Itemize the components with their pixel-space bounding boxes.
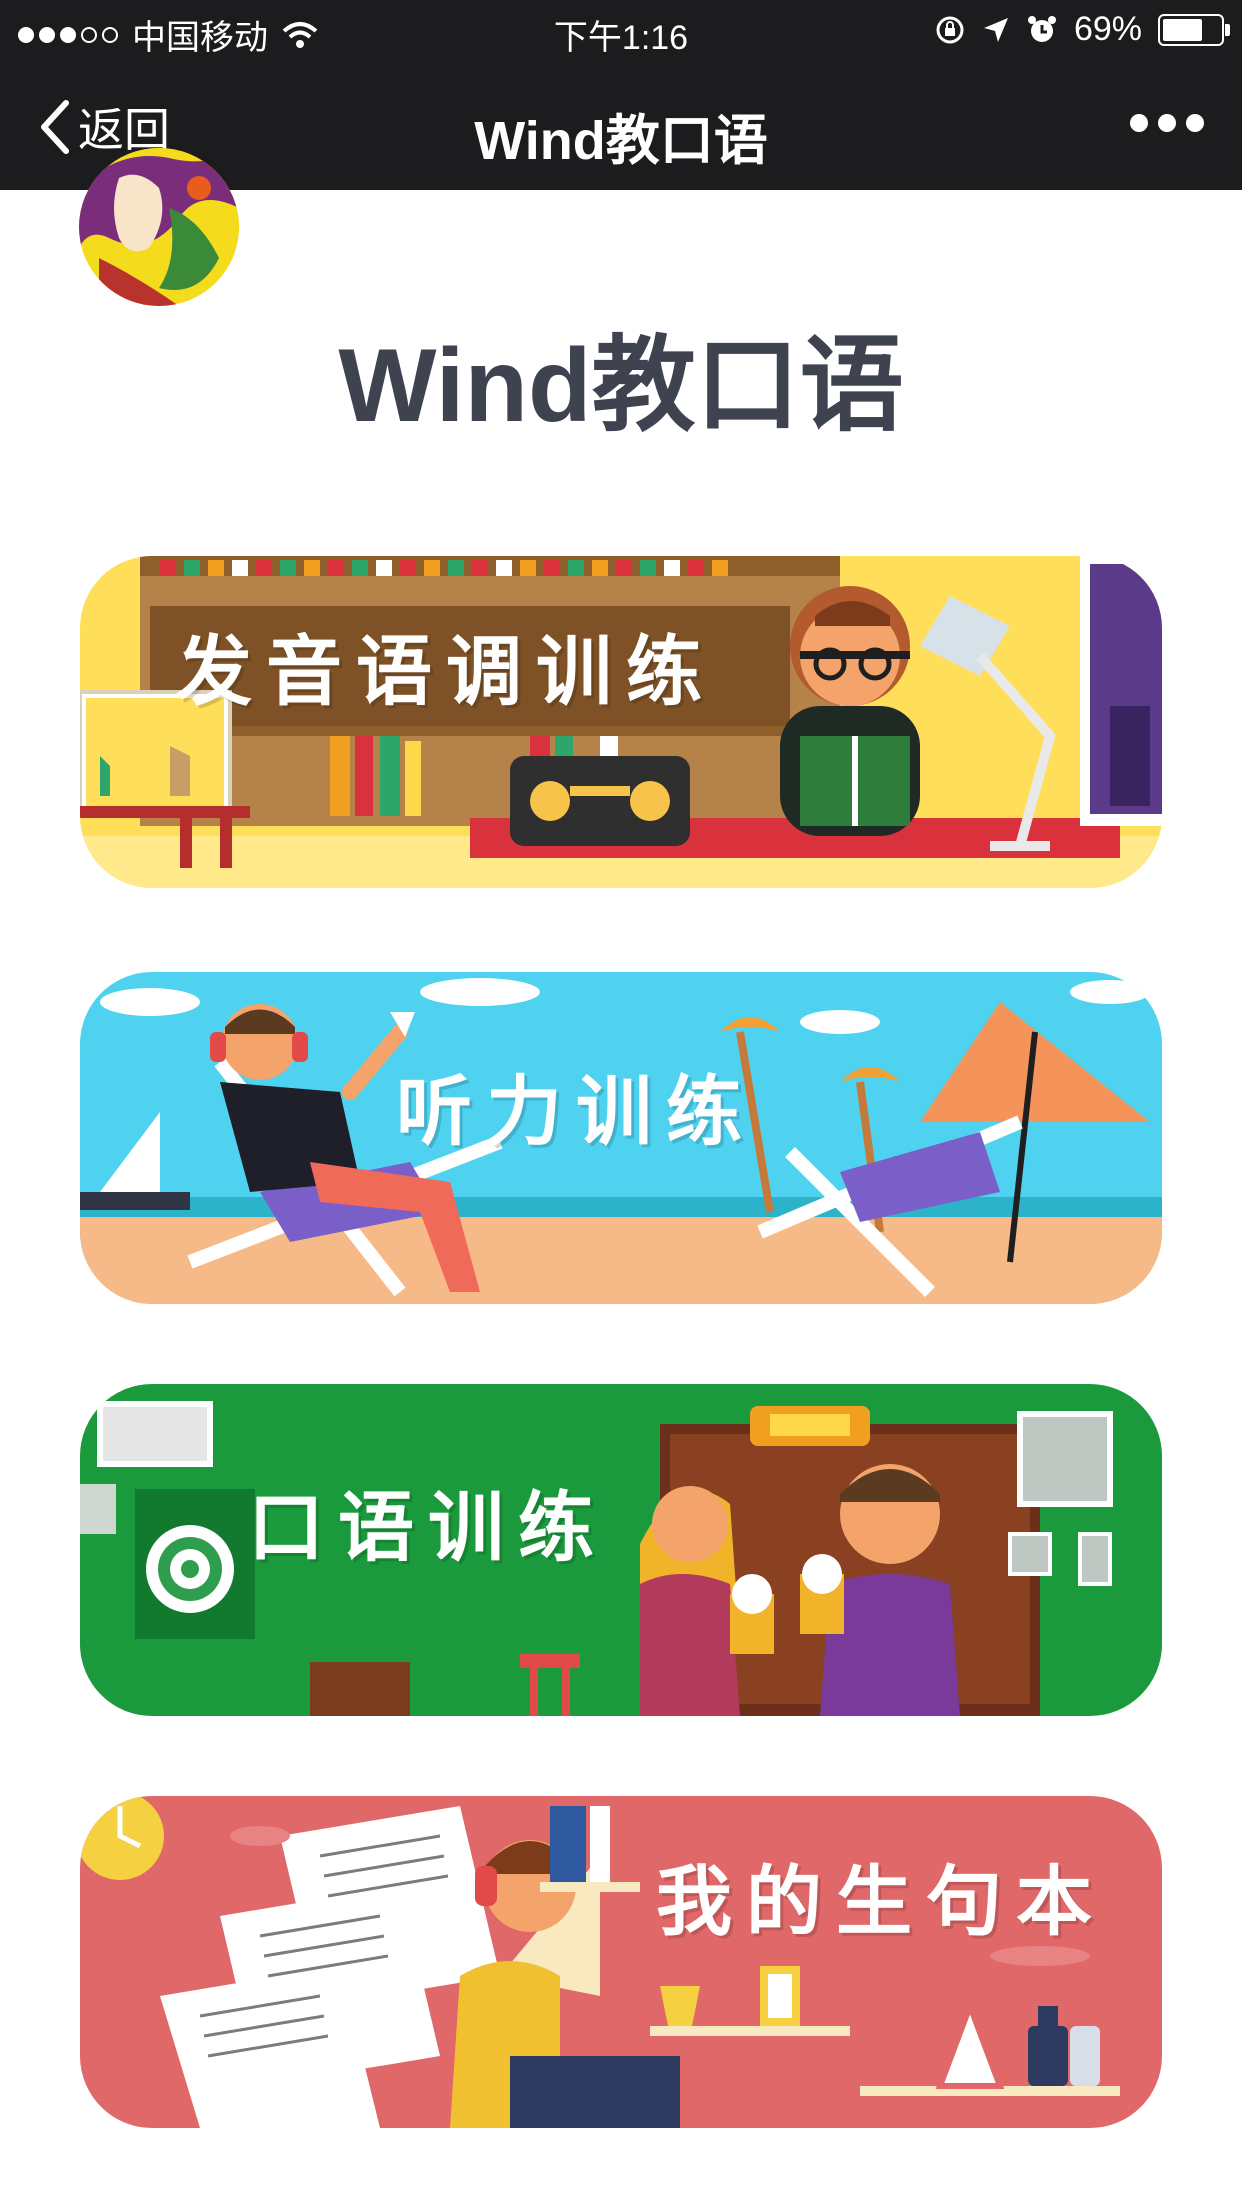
location-arrow-icon [983,17,1008,42]
banner-label: 发音语调训练 [176,627,716,716]
more-dot-icon [1186,114,1204,132]
more-dot-icon [1130,114,1148,132]
library-illustration [80,556,1162,888]
banner-label: 听力训练 [396,1067,756,1156]
rotation-lock-icon [936,16,964,43]
alarm-clock-icon [1027,15,1056,42]
status-right: 69% [934,10,1230,49]
banner-listening-training[interactable]: 听力训练 [80,972,1162,1304]
more-dot-icon [1158,114,1176,132]
battery-icon [1158,13,1230,46]
account-avatar[interactable] [79,148,239,306]
page-title: Wind教口语 [338,328,904,444]
banner-pronunciation-training[interactable]: 发音语调训练 [80,556,1162,888]
more-options-button[interactable] [1130,114,1204,132]
banner-label: 口语训练 [248,1483,608,1572]
avatar-illustration [79,148,239,306]
pub-illustration [80,1384,1162,1716]
battery-percent: 69% [1073,10,1142,48]
banner-my-sentence-book[interactable]: 我的生句本 [80,1796,1162,2128]
status-bar: 中国移动 下午1:16 69% [0,0,1242,62]
banner-label: 我的生句本 [656,1857,1106,1946]
banner-speaking-training[interactable]: 口语训练 [80,1384,1162,1716]
